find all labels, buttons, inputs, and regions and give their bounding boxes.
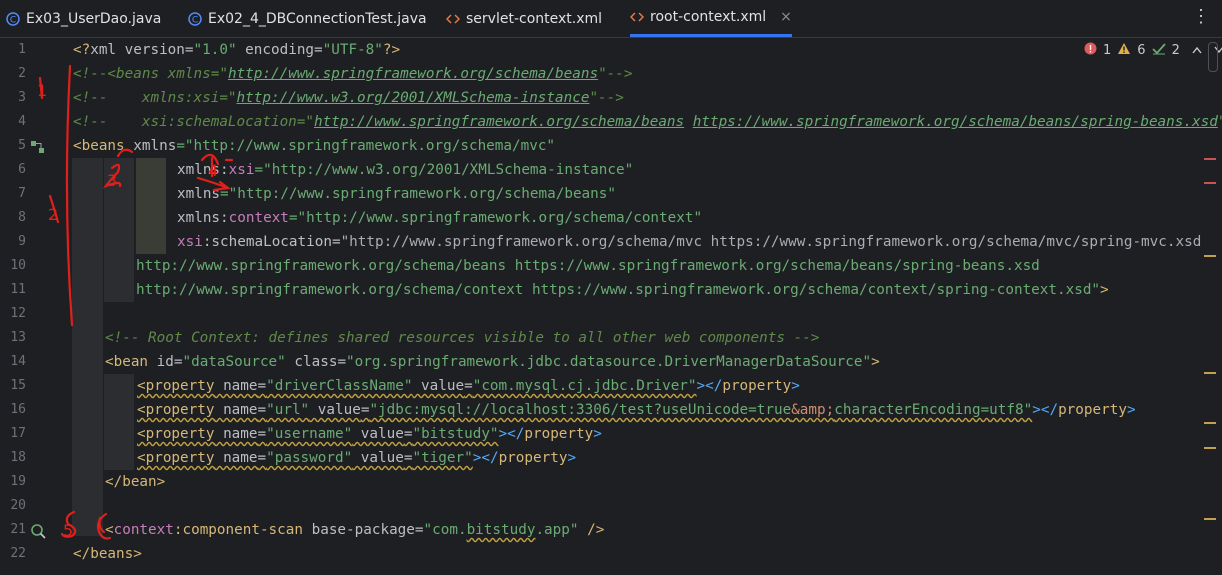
warning-icon [1117,42,1131,59]
warning-marker[interactable] [1204,255,1216,257]
tab-ex02-dbconnectiontest[interactable]: C Ex02_4_DBConnectionTest.java [188,0,427,37]
code-line-13: <!-- Root Context: defines shared resour… [105,330,820,346]
line-number: 2 [18,66,26,81]
svg-text:C: C [192,15,198,25]
code-line-19: </bean> [105,474,166,490]
typo-count: 2 [1171,43,1180,58]
line-number: 9 [18,234,26,249]
code-line-4: <!-- xsi:schemaLocation="http://www.spri… [73,114,1222,130]
line-number: 19 [10,474,26,489]
code-line-5: <beans xmlns="http://www.springframework… [73,138,556,154]
line-number: 5 [18,138,26,153]
line-number: 3 [18,90,26,105]
code-line-17: <property name="username" value="bitstud… [137,426,602,442]
java-class-icon: C [188,11,202,26]
line-number: 15 [10,378,26,393]
indent-guide [104,374,134,470]
line-number: 4 [18,114,26,129]
line-number: 12 [10,306,26,321]
warning-marker[interactable] [1204,518,1216,520]
line-number: 17 [10,426,26,441]
error-count: 1 [1103,43,1112,58]
error-marker[interactable] [1204,158,1216,160]
code-line-7: xmlns="http://www.springframework.org/sc… [177,186,616,202]
code-line-6: xmlns:xsi="http://www.w3.org/2001/XMLSch… [177,162,634,178]
warning-count: 6 [1137,43,1146,58]
warning-marker[interactable] [1204,372,1216,374]
spring-component-scan-icon[interactable] [31,524,47,545]
code-line-15: <property name="driverClassName" value="… [137,378,800,394]
indent-guide [104,158,134,302]
code-line-2: <!--<beans xmlns="http://www.springframe… [73,66,633,82]
line-number-gutter: 1 2 3 4 5 6 7 8 9 10 11 12 13 14 15 16 1… [0,38,70,575]
line-number: 7 [18,186,26,201]
code-line-22: </beans> [73,546,142,562]
code-line-21: <context:component-scan base-package="co… [105,522,605,538]
close-tab-icon[interactable]: × [780,9,792,25]
svg-text:C: C [10,15,16,25]
xml-file-icon [630,10,644,24]
tab-label: Ex02_4_DBConnectionTest.java [208,10,427,27]
tab-servlet-context[interactable]: servlet-context.xml [446,0,602,37]
line-number: 18 [10,450,26,465]
warning-marker[interactable] [1204,422,1216,424]
indent-guide [136,158,166,254]
scrollbar-thumb[interactable] [1208,42,1218,72]
java-class-icon: C [6,11,20,26]
line-number: 11 [10,282,26,297]
code-line-16: <property name="url" value="jdbc:mysql:/… [137,402,1136,418]
code-editor[interactable]: <?xml version="1.0" encoding="UTF-8"?> <… [70,38,1222,575]
line-number: 8 [18,210,26,225]
tab-label: Ex03_UserDao.java [26,10,162,27]
chevron-up-icon[interactable] [1192,43,1202,58]
line-number: 6 [18,162,26,177]
line-number: 10 [10,258,26,273]
error-marker[interactable] [1204,182,1216,184]
code-line-3: <!-- xmlns:xsi="http://www.w3.org/2001/X… [73,90,624,106]
typo-icon [1151,42,1166,59]
line-number: 13 [10,330,26,345]
code-line-10: http://www.springframework.org/schema/be… [136,258,1040,274]
code-line-9: xsi:schemaLocation="http://www.springfra… [177,234,1202,250]
line-number: 14 [10,354,26,369]
code-line-8: xmlns:context="http://www.springframewor… [177,210,703,226]
bean-structure-icon[interactable] [31,140,45,158]
warning-marker[interactable] [1204,447,1216,449]
line-number: 22 [10,546,26,561]
tab-label: root-context.xml [650,9,767,25]
error-stripe[interactable] [1202,38,1222,575]
error-icon [1084,42,1097,59]
line-number: 21 [10,522,26,537]
code-line-1: <?xml version="1.0" encoding="UTF-8"?> [73,42,401,58]
line-number: 20 [10,498,26,513]
line-number: 16 [10,402,26,417]
code-line-14: <bean id="dataSource" class="org.springf… [105,354,880,370]
tab-ex03-userdao[interactable]: C Ex03_UserDao.java [6,0,161,37]
indent-guide [72,158,103,536]
xml-file-icon [446,12,460,26]
tab-root-context[interactable]: root-context.xml × [630,0,792,37]
more-options-icon[interactable]: ⋮ [1192,6,1210,27]
editor-tab-bar: C Ex03_UserDao.java C Ex02_4_DBConnectio… [0,0,1222,38]
line-number: 1 [18,42,26,57]
code-line-11: http://www.springframework.org/schema/co… [136,282,1109,298]
code-line-18: <property name="password" value="tiger">… [137,450,577,466]
tab-label: servlet-context.xml [466,10,603,27]
